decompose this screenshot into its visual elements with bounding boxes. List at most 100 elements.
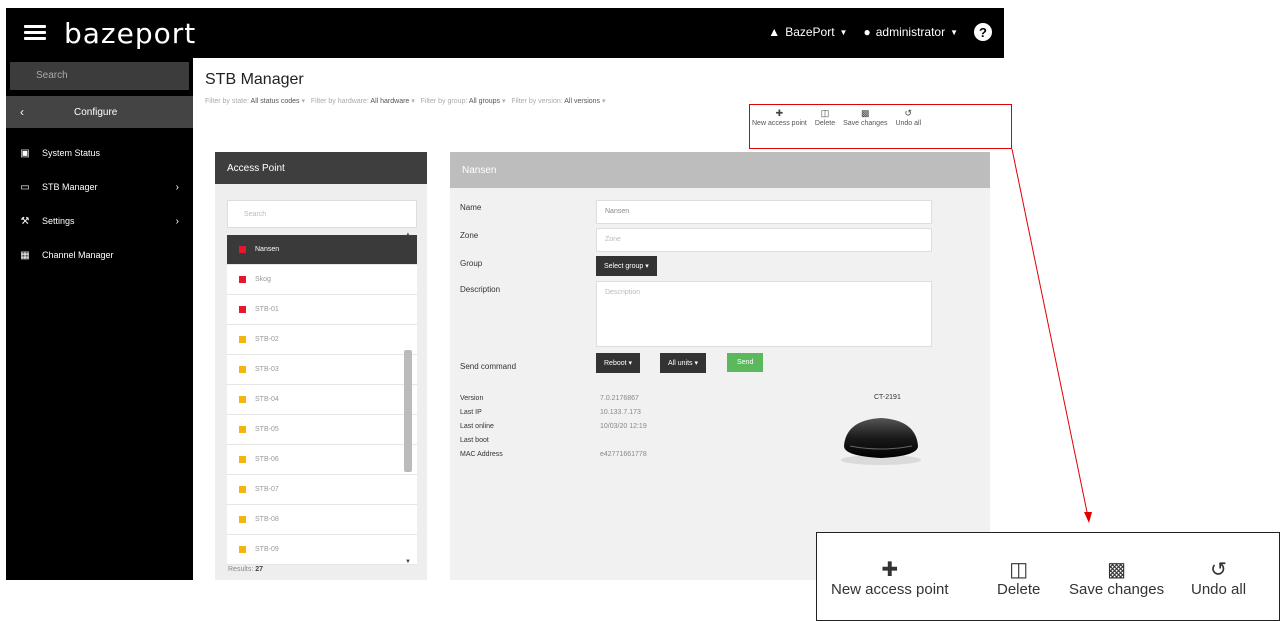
- reboot-dropdown-button[interactable]: Reboot ▾: [596, 353, 641, 373]
- list-item-label: STB-08: [255, 516, 279, 523]
- list-item-label: STB-09: [255, 546, 279, 553]
- status-indicator: [239, 246, 246, 253]
- access-point-scrollbar[interactable]: ▲ ▼: [402, 232, 414, 565]
- sidebar-item-label: Channel Manager: [42, 250, 114, 260]
- chevron-right-icon: ›: [175, 181, 179, 193]
- name-input[interactable]: Nansen: [596, 200, 932, 224]
- status-indicator: [239, 276, 246, 283]
- list-item[interactable]: STB-04: [227, 385, 417, 415]
- status-indicator: [239, 366, 246, 373]
- configure-back-button[interactable]: ‹ Configure: [6, 96, 193, 128]
- new-access-point-button-zoomed[interactable]: ✚ New access point: [831, 557, 949, 598]
- save-changes-button-zoomed[interactable]: ▩ Save changes: [1069, 557, 1164, 598]
- version-label: Version: [460, 395, 484, 402]
- last-ip-value: 10.133.7.173: [600, 409, 641, 416]
- list-item[interactable]: STB-07: [227, 475, 417, 505]
- filter-version[interactable]: Filter by version: All versions ▾: [511, 98, 605, 105]
- sidebar-item-channel-manager[interactable]: ▦ Channel Manager: [6, 238, 193, 272]
- filter-hardware[interactable]: Filter by hardware: All hardware ▾: [311, 98, 415, 105]
- user-icon: ●: [863, 25, 871, 39]
- description-textarea[interactable]: Description: [596, 281, 932, 347]
- grid-icon: ▦: [20, 249, 30, 261]
- list-item-label: STB-05: [255, 426, 279, 433]
- undo-all-button-zoomed[interactable]: ↺ Undo all: [1191, 557, 1246, 598]
- results-count: Results: 27: [228, 566, 264, 573]
- list-item[interactable]: Skog: [227, 265, 417, 295]
- monitor-icon: ▭: [20, 181, 30, 193]
- status-indicator: [239, 456, 246, 463]
- hamburger-menu-icon[interactable]: [24, 22, 46, 42]
- list-item[interactable]: Nansen: [227, 235, 417, 265]
- detail-header: Nansen: [450, 152, 990, 188]
- sidebar-item-system-status[interactable]: ▣ System Status: [6, 136, 193, 170]
- caret-down-icon: ▼: [950, 27, 958, 37]
- list-item-label: STB-04: [255, 396, 279, 403]
- access-point-header: Access Point: [215, 152, 427, 184]
- plus-icon: ✚: [881, 559, 899, 581]
- mac-address-label: MAC Address: [460, 451, 503, 458]
- user-menu-label: administrator: [875, 25, 946, 39]
- sidebar-item-label: Settings: [42, 216, 75, 226]
- sidebar: Search ‹ Configure ▣ System Status ▭ STB…: [6, 58, 193, 580]
- list-item[interactable]: STB-08: [227, 505, 417, 535]
- sidebar-nav: ▣ System Status ▭ STB Manager › ⚒ Settin…: [6, 136, 193, 272]
- org-menu-label: BazePort: [785, 25, 835, 39]
- last-online-label: Last online: [460, 423, 494, 430]
- caret-down-icon: ▼: [839, 27, 848, 37]
- sidebar-item-stb-manager[interactable]: ▭ STB Manager ›: [6, 170, 193, 204]
- delete-button-zoomed[interactable]: ◫ Delete: [997, 557, 1040, 598]
- wrench-icon: ⚒: [20, 215, 30, 227]
- list-item-label: Skog: [255, 276, 271, 283]
- help-icon[interactable]: ?: [974, 23, 992, 41]
- send-command-label: Send command: [460, 362, 517, 371]
- device-model: CT-2191: [874, 394, 901, 401]
- access-point-list: Nansen Skog STB-01 STB-02 STB-03 STB-04 STB-05…: [227, 235, 417, 565]
- configure-label: Configure: [74, 106, 118, 118]
- list-item[interactable]: STB-01: [227, 295, 417, 325]
- list-item-label: STB-02: [255, 336, 279, 343]
- last-boot-label: Last boot: [460, 437, 489, 444]
- app-logo[interactable]: bazeport: [64, 17, 196, 50]
- all-units-dropdown-button[interactable]: All units ▾: [660, 353, 706, 373]
- toolbar-highlight-box: [749, 104, 1012, 149]
- user-menu[interactable]: ● administrator ▼: [863, 25, 958, 39]
- name-label: Name: [460, 203, 482, 212]
- filter-group[interactable]: Filter by group: All groups ▾: [421, 98, 506, 105]
- list-item[interactable]: STB-02: [227, 325, 417, 355]
- list-item-label: STB-01: [255, 306, 279, 313]
- list-item[interactable]: STB-06: [227, 445, 417, 475]
- status-indicator: [239, 516, 246, 523]
- list-item-label: Nansen: [255, 246, 280, 253]
- sitemap-icon: ▲: [768, 25, 781, 39]
- select-group-button[interactable]: Select group ▾: [596, 256, 657, 276]
- status-indicator: [239, 396, 246, 403]
- org-menu[interactable]: ▲ BazePort ▼: [768, 25, 847, 39]
- sidebar-item-settings[interactable]: ⚒ Settings ›: [6, 204, 193, 238]
- top-navbar: bazeport ▲ BazePort ▼ ● administrator ▼ …: [6, 8, 1004, 58]
- list-item[interactable]: STB-05: [227, 415, 417, 445]
- list-item-label: STB-07: [255, 486, 279, 493]
- scroll-up-icon[interactable]: ▲: [405, 232, 411, 238]
- list-item[interactable]: STB-03: [227, 355, 417, 385]
- version-value: 7.0.2176867: [600, 395, 639, 402]
- send-button[interactable]: Send: [727, 353, 764, 372]
- sidebar-item-label: STB Manager: [42, 182, 98, 192]
- list-item-label: STB-03: [255, 366, 279, 373]
- undo-icon: ↺: [1210, 559, 1227, 581]
- scroll-down-icon[interactable]: ▼: [405, 559, 411, 565]
- list-item[interactable]: STB-09: [227, 535, 417, 565]
- access-point-search-input[interactable]: Search: [227, 200, 417, 228]
- dashboard-icon: ▣: [20, 147, 30, 159]
- trash-icon: ◫: [1009, 559, 1029, 581]
- filter-state[interactable]: Filter by state: All status codes ▾: [205, 98, 305, 105]
- zone-label: Zone: [460, 231, 479, 240]
- status-indicator: [239, 546, 246, 553]
- scrollbar-thumb[interactable]: [404, 350, 412, 472]
- zone-input[interactable]: Zone: [596, 228, 932, 252]
- zoomed-toolbar-callout: ✚ New access point ◫ Delete ▩ Save chang…: [816, 532, 1280, 621]
- sidebar-search-input[interactable]: Search: [10, 62, 189, 90]
- chevron-right-icon: ›: [175, 215, 179, 227]
- status-indicator: [239, 306, 246, 313]
- mac-address-value: e42771661778: [600, 451, 647, 458]
- set-top-box-image: [841, 418, 921, 465]
